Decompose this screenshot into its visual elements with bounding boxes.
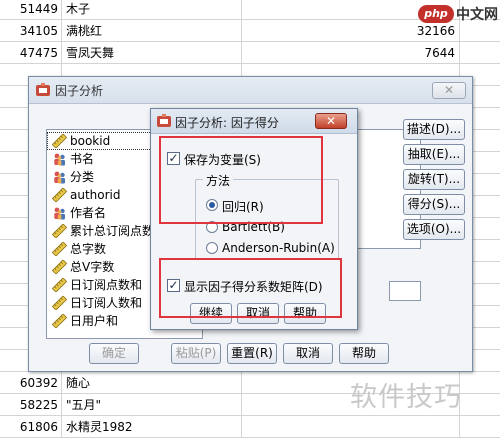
cell-id[interactable]: 51449 (0, 0, 62, 20)
highlight-box-display (159, 258, 342, 318)
cell-number[interactable] (242, 416, 460, 438)
dialog-title: 因子分析 (55, 84, 104, 98)
ruler-icon (51, 187, 68, 203)
cell-name[interactable]: 随心 (62, 372, 242, 394)
ruler-icon (51, 313, 68, 329)
variable-label: 总V字数 (70, 260, 115, 274)
cell-name[interactable]: 满桃红 (62, 20, 242, 42)
highlight-box-save (159, 136, 323, 224)
cell-id[interactable]: 58225 (0, 394, 62, 416)
selection-variable-field[interactable] (389, 281, 421, 301)
ruler-icon (51, 223, 68, 239)
reset-button[interactable]: 重置(R) (227, 343, 277, 364)
spss-app-icon (36, 83, 50, 96)
cell-id[interactable]: 34105 (0, 20, 62, 42)
variable-label: 分类 (70, 170, 95, 184)
nominal-people-icon (52, 206, 67, 220)
cell-name[interactable]: 雪凤天舞 (62, 42, 242, 64)
anderson-rubin-radio[interactable] (206, 242, 218, 254)
rotation-button[interactable]: 旋转(T)... (403, 169, 465, 190)
ruler-icon (51, 133, 68, 149)
cell-name[interactable]: "五月" (62, 394, 242, 416)
ruler-icon (51, 241, 68, 257)
nominal-people-icon (52, 170, 67, 184)
spss-app-icon (157, 114, 171, 127)
table-row[interactable]: 47475 雪凤天舞 7644 (0, 42, 500, 64)
scores-button[interactable]: 得分(S)... (403, 194, 465, 215)
ruler-icon (51, 295, 68, 311)
ok-button[interactable]: 确定 (89, 343, 139, 364)
variable-label: 日订阅点数和 (70, 278, 143, 292)
nominal-people-icon (52, 152, 67, 166)
watermark-bottom: 软件技巧 (350, 382, 462, 413)
cell-id[interactable]: 60392 (0, 372, 62, 394)
variable-label: 日订阅人数和 (70, 296, 143, 310)
paste-button[interactable]: 粘贴(P) (171, 343, 221, 364)
php-logo: php (418, 5, 454, 23)
variable-label: bookid (70, 134, 111, 148)
cell-empty[interactable] (460, 42, 500, 64)
cell-id[interactable]: 47475 (0, 42, 62, 64)
anderson-rubin-label: Anderson-Rubin(A) (222, 241, 335, 255)
help-button[interactable]: 帮助 (339, 343, 389, 364)
ruler-icon (51, 259, 68, 275)
ruler-icon (51, 277, 68, 293)
scores-dialog-titlebar: 因子分析: 因子得分 ✕ (151, 109, 357, 134)
variable-label: 累计总订阅点数 (70, 224, 155, 238)
scores-close-button[interactable]: ✕ (315, 113, 347, 129)
watermark-top-text: 中文网 (456, 7, 498, 23)
variable-label: authorid (70, 188, 121, 202)
close-button[interactable]: ✕ (432, 82, 466, 99)
variable-label: 日用户和 (70, 314, 119, 328)
cell-empty[interactable] (460, 416, 500, 438)
cell-name[interactable]: 木子 (62, 0, 242, 20)
cell-id[interactable]: 61806 (0, 416, 62, 438)
dialog-titlebar: 因子分析 ✕ (29, 77, 472, 104)
variable-label: 作者名 (70, 206, 107, 220)
variable-label: 书名 (70, 152, 95, 166)
cell-number[interactable]: 7644 (242, 42, 460, 64)
descriptives-button[interactable]: 描述(D)... (403, 119, 465, 140)
watermark-top: php 中文网 (418, 2, 500, 26)
table-row[interactable]: 61806 水精灵1982 (0, 416, 500, 438)
scores-dialog-title: 因子分析: 因子得分 (175, 116, 279, 130)
cancel-button[interactable]: 取消 (283, 343, 333, 364)
extraction-button[interactable]: 抽取(E)... (403, 144, 465, 165)
variable-label: 总字数 (70, 242, 107, 256)
cell-name[interactable]: 水精灵1982 (62, 416, 242, 438)
options-button[interactable]: 选项(O)... (403, 219, 465, 240)
